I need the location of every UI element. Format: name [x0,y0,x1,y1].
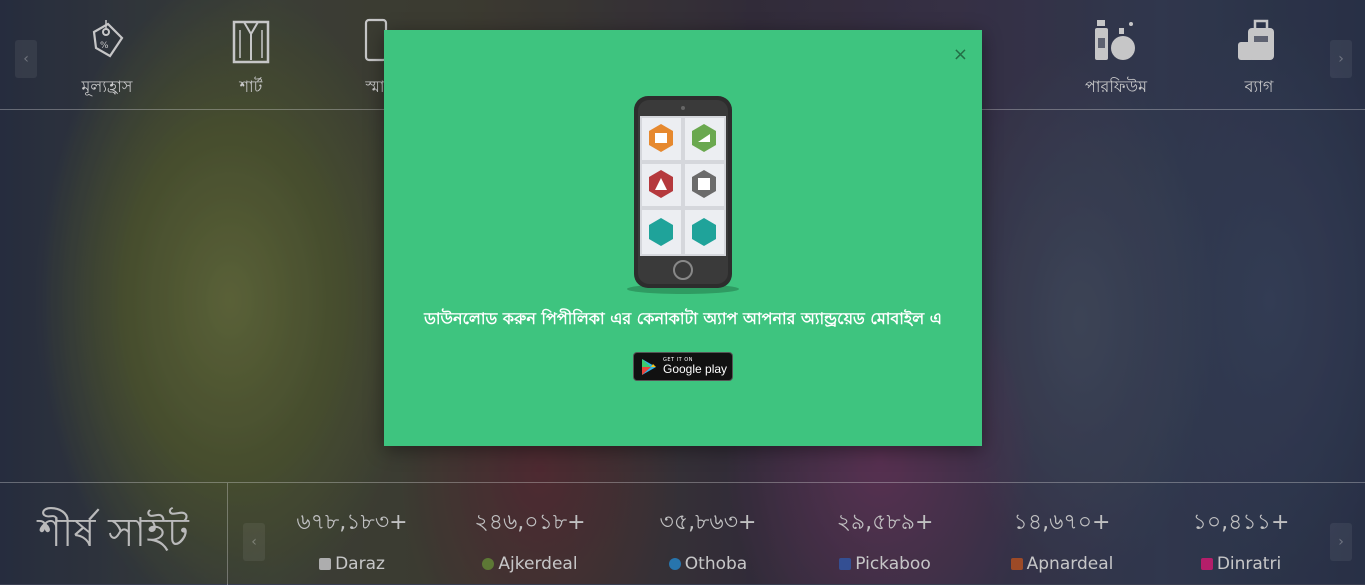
smartphone-illustration [624,94,742,294]
modal-message: ডাউনলোড করুন পিপীলিকা এর কেনাকাটা অ্যাপ … [424,309,942,328]
google-play-icon [642,358,656,375]
google-play-big-text: Google play [663,362,728,376]
close-button[interactable]: × [953,46,968,64]
google-play-button[interactable]: GET IT ON Google play [633,352,733,381]
app-download-modal: × ডাউনলোড করুন পিপীলিকা এর কেনাকাটা অ্যা… [384,30,982,446]
